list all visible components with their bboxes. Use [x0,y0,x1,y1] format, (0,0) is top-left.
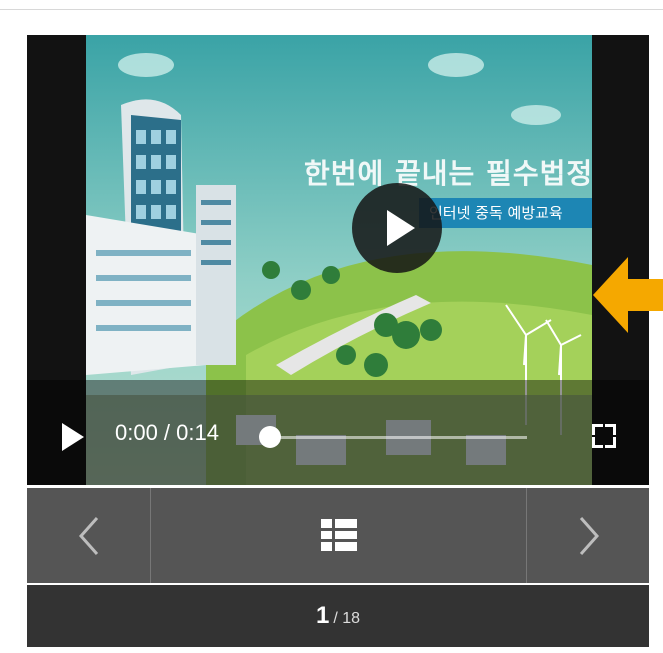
slide-navigation-bar [27,488,649,583]
chevron-right-icon [579,516,599,555]
play-icon [387,210,415,246]
next-button[interactable] [526,488,650,583]
progress-thumb[interactable] [259,426,281,448]
control-play-button[interactable] [62,423,84,451]
video-player[interactable]: 한번에 끝내는 필수법정교육 인터넷 중독 예방교육 0:00 / 0:14 [27,35,649,485]
chevron-left-icon [78,516,98,555]
video-overlay-subtitle: 인터넷 중독 예방교육 [419,198,592,228]
video-overlay-title: 한번에 끝내는 필수법정교육 [304,157,592,190]
fullscreen-icon[interactable] [592,424,616,448]
top-divider [0,9,663,10]
previous-button[interactable] [27,488,151,583]
slide-list-button[interactable] [151,488,525,583]
list-menu-icon [321,519,357,551]
time-display: 0:00 / 0:14 [115,420,219,445]
big-play-button[interactable] [352,183,442,273]
video-control-bar: 0:00 / 0:14 [27,380,649,485]
arrow-left-icon [593,257,663,333]
page-separator: / [333,610,338,627]
progress-track[interactable] [271,436,527,439]
total-pages: 18 [342,610,361,627]
current-page: 1 [315,602,330,629]
page-indicator: 1/ 18 [27,585,649,647]
